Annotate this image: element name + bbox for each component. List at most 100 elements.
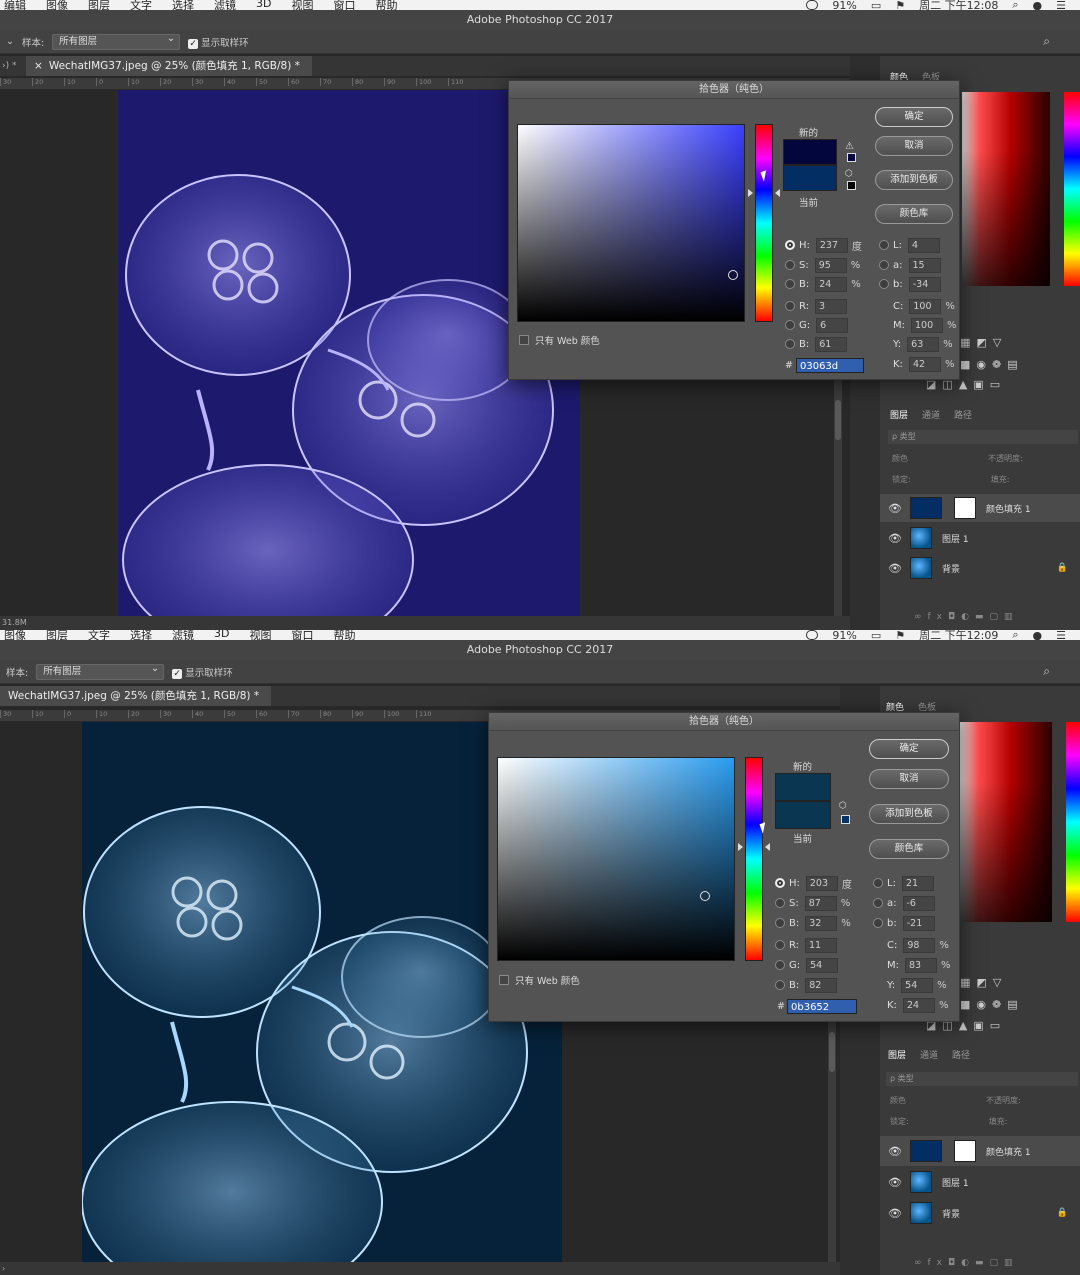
gradient-icon[interactable]: ▭ [990, 378, 1006, 391]
color-spectrum-field[interactable] [960, 722, 1052, 922]
layer-name[interactable]: 图层 1 [942, 532, 969, 545]
prev-tab[interactable]: ›) * [0, 61, 26, 71]
green-input[interactable]: 6 [816, 317, 849, 333]
layer-kind-filter[interactable]: ρ 类型 [888, 430, 1078, 444]
color-marker[interactable] [728, 270, 738, 280]
adjust-icon[interactable]: ◐ [961, 1258, 975, 1268]
green-radio[interactable] [775, 960, 785, 970]
lab-b-input[interactable]: -21 [902, 915, 935, 931]
hue-slider[interactable] [745, 757, 763, 961]
web-safe-swatch-icon[interactable] [847, 181, 856, 190]
current-color-swatch[interactable] [775, 801, 831, 829]
color-hue-strip[interactable] [1064, 92, 1080, 286]
saturation-radio[interactable] [775, 898, 785, 908]
saturation-radio[interactable] [785, 260, 795, 270]
hex-input[interactable]: 0b3652 [787, 999, 857, 1014]
red-input[interactable]: 11 [805, 937, 838, 953]
web-colors-only-checkbox[interactable]: 只有 Web 颜色 [519, 333, 600, 347]
tab-layers[interactable]: 图层 [888, 1048, 906, 1061]
threshold-icon[interactable]: ▲ [959, 1019, 973, 1032]
mask-icon[interactable]: ◘ [948, 612, 961, 622]
layer-row[interactable]: 👁 图层 1 [880, 524, 1080, 552]
hue-input[interactable]: 237 [815, 237, 848, 253]
saturation-brightness-field[interactable] [497, 757, 735, 961]
curves-icon[interactable]: ◩ [976, 336, 992, 349]
hue-input[interactable]: 203 [805, 875, 838, 891]
layer-mask-thumbnail[interactable] [954, 497, 976, 519]
mixer-icon[interactable]: ❁ [992, 358, 1007, 371]
current-color-swatch[interactable] [783, 165, 837, 191]
document-tab[interactable]: × WechatIMG37.jpeg @ 25% (颜色填充 1, RGB/8)… [26, 56, 312, 76]
lab-b-radio[interactable] [873, 918, 883, 928]
lab-l-input[interactable]: 21 [901, 875, 934, 891]
hex-input[interactable]: 03063d [796, 358, 864, 373]
color-spectrum-field[interactable] [962, 92, 1050, 286]
eye-icon[interactable]: 👁 [880, 1176, 910, 1189]
layer-row[interactable]: 👁 背景 🔒 [880, 1199, 1080, 1227]
hue-slider[interactable] [755, 124, 773, 322]
creative-cloud-icon[interactable] [806, 630, 819, 640]
lab-a-radio[interactable] [873, 898, 883, 908]
cancel-button[interactable]: 取消 [869, 769, 949, 789]
gradient-icon[interactable]: ▭ [990, 1019, 1006, 1032]
black-input[interactable]: 24 [902, 997, 935, 1013]
magenta-input[interactable]: 100 [911, 317, 943, 333]
gamut-swatch-icon[interactable] [847, 153, 856, 162]
lab-l-input[interactable]: 4 [907, 237, 940, 253]
scroll-thumb[interactable] [829, 1032, 835, 1072]
green-radio[interactable] [785, 320, 795, 330]
hue-slider-right-arrow[interactable] [765, 843, 770, 851]
web-safe-cube-icon[interactable]: ⬡ [839, 801, 847, 811]
eye-icon[interactable]: 👁 [880, 502, 910, 515]
bw-icon[interactable]: ■ [960, 358, 976, 371]
layer-kind-filter[interactable]: ρ 类型 [886, 1072, 1078, 1086]
search-icon[interactable]: ⌕ [1043, 664, 1050, 679]
add-to-swatches-button[interactable]: 添加到色板 [869, 804, 949, 824]
red-radio[interactable] [775, 940, 785, 950]
photo-filter-icon[interactable]: ◉ [976, 998, 992, 1011]
blend-mode-select[interactable]: 颜色 [892, 454, 908, 463]
eye-icon[interactable]: 👁 [880, 532, 910, 545]
layer-name[interactable]: 背景 [942, 562, 960, 575]
tool-preset-dropdown[interactable]: ⌄ [6, 36, 14, 47]
green-input[interactable]: 54 [806, 957, 839, 973]
saturation-input[interactable]: 95 [814, 257, 847, 273]
status-arrow-icon[interactable]: › [2, 1264, 5, 1273]
close-icon[interactable]: × [34, 56, 43, 76]
mixer-icon[interactable]: ❁ [992, 998, 1007, 1011]
blue-input[interactable]: 82 [805, 977, 838, 993]
color-hue-strip[interactable] [1066, 722, 1080, 922]
trash-icon[interactable]: ▥ [1004, 612, 1019, 622]
fx-icon[interactable]: fx [928, 1258, 949, 1268]
saturation-brightness-field[interactable] [517, 124, 745, 322]
tab-channels[interactable]: 通道 [922, 408, 940, 421]
sample-select[interactable]: 所有图层 [36, 662, 165, 680]
ok-button[interactable]: 确定 [875, 107, 953, 127]
web-safe-cube-icon[interactable]: ⬡ [845, 169, 853, 179]
bw-icon[interactable]: ■ [960, 998, 976, 1011]
out-of-gamut-warning-icon[interactable]: ⚠ [845, 141, 854, 152]
selective-color-icon[interactable]: ▣ [973, 1019, 989, 1032]
eye-icon[interactable]: 👁 [880, 1145, 910, 1158]
folder-icon[interactable]: ▬ [975, 612, 990, 622]
hue-slider-left-arrow[interactable] [748, 189, 753, 197]
blue-radio[interactable] [785, 339, 795, 349]
cyan-input[interactable]: 98 [903, 937, 936, 953]
layer-name[interactable]: 颜色填充 1 [986, 502, 1031, 515]
black-input[interactable]: 42 [908, 356, 941, 372]
gradient-map-icon[interactable]: ▽ [993, 336, 1007, 349]
color-libraries-button[interactable]: 颜色库 [875, 204, 953, 224]
blend-mode-select[interactable]: 颜色 [890, 1096, 906, 1105]
tab-paths[interactable]: 路径 [954, 408, 972, 421]
tab-channels[interactable]: 通道 [920, 1048, 938, 1061]
color-libraries-button[interactable]: 颜色库 [869, 839, 949, 859]
lab-l-radio[interactable] [879, 240, 889, 250]
blue-input[interactable]: 61 [815, 336, 848, 352]
web-colors-only-checkbox[interactable]: 只有 Web 颜色 [499, 973, 580, 987]
search-icon[interactable]: ⌕ [1043, 34, 1050, 49]
lab-b-radio[interactable] [879, 279, 889, 289]
curves-icon[interactable]: ◩ [976, 976, 992, 989]
ok-button[interactable]: 确定 [869, 739, 949, 759]
link-icon[interactable]: ∞ [914, 1258, 928, 1268]
lookup-icon[interactable]: ▤ [1007, 358, 1023, 371]
